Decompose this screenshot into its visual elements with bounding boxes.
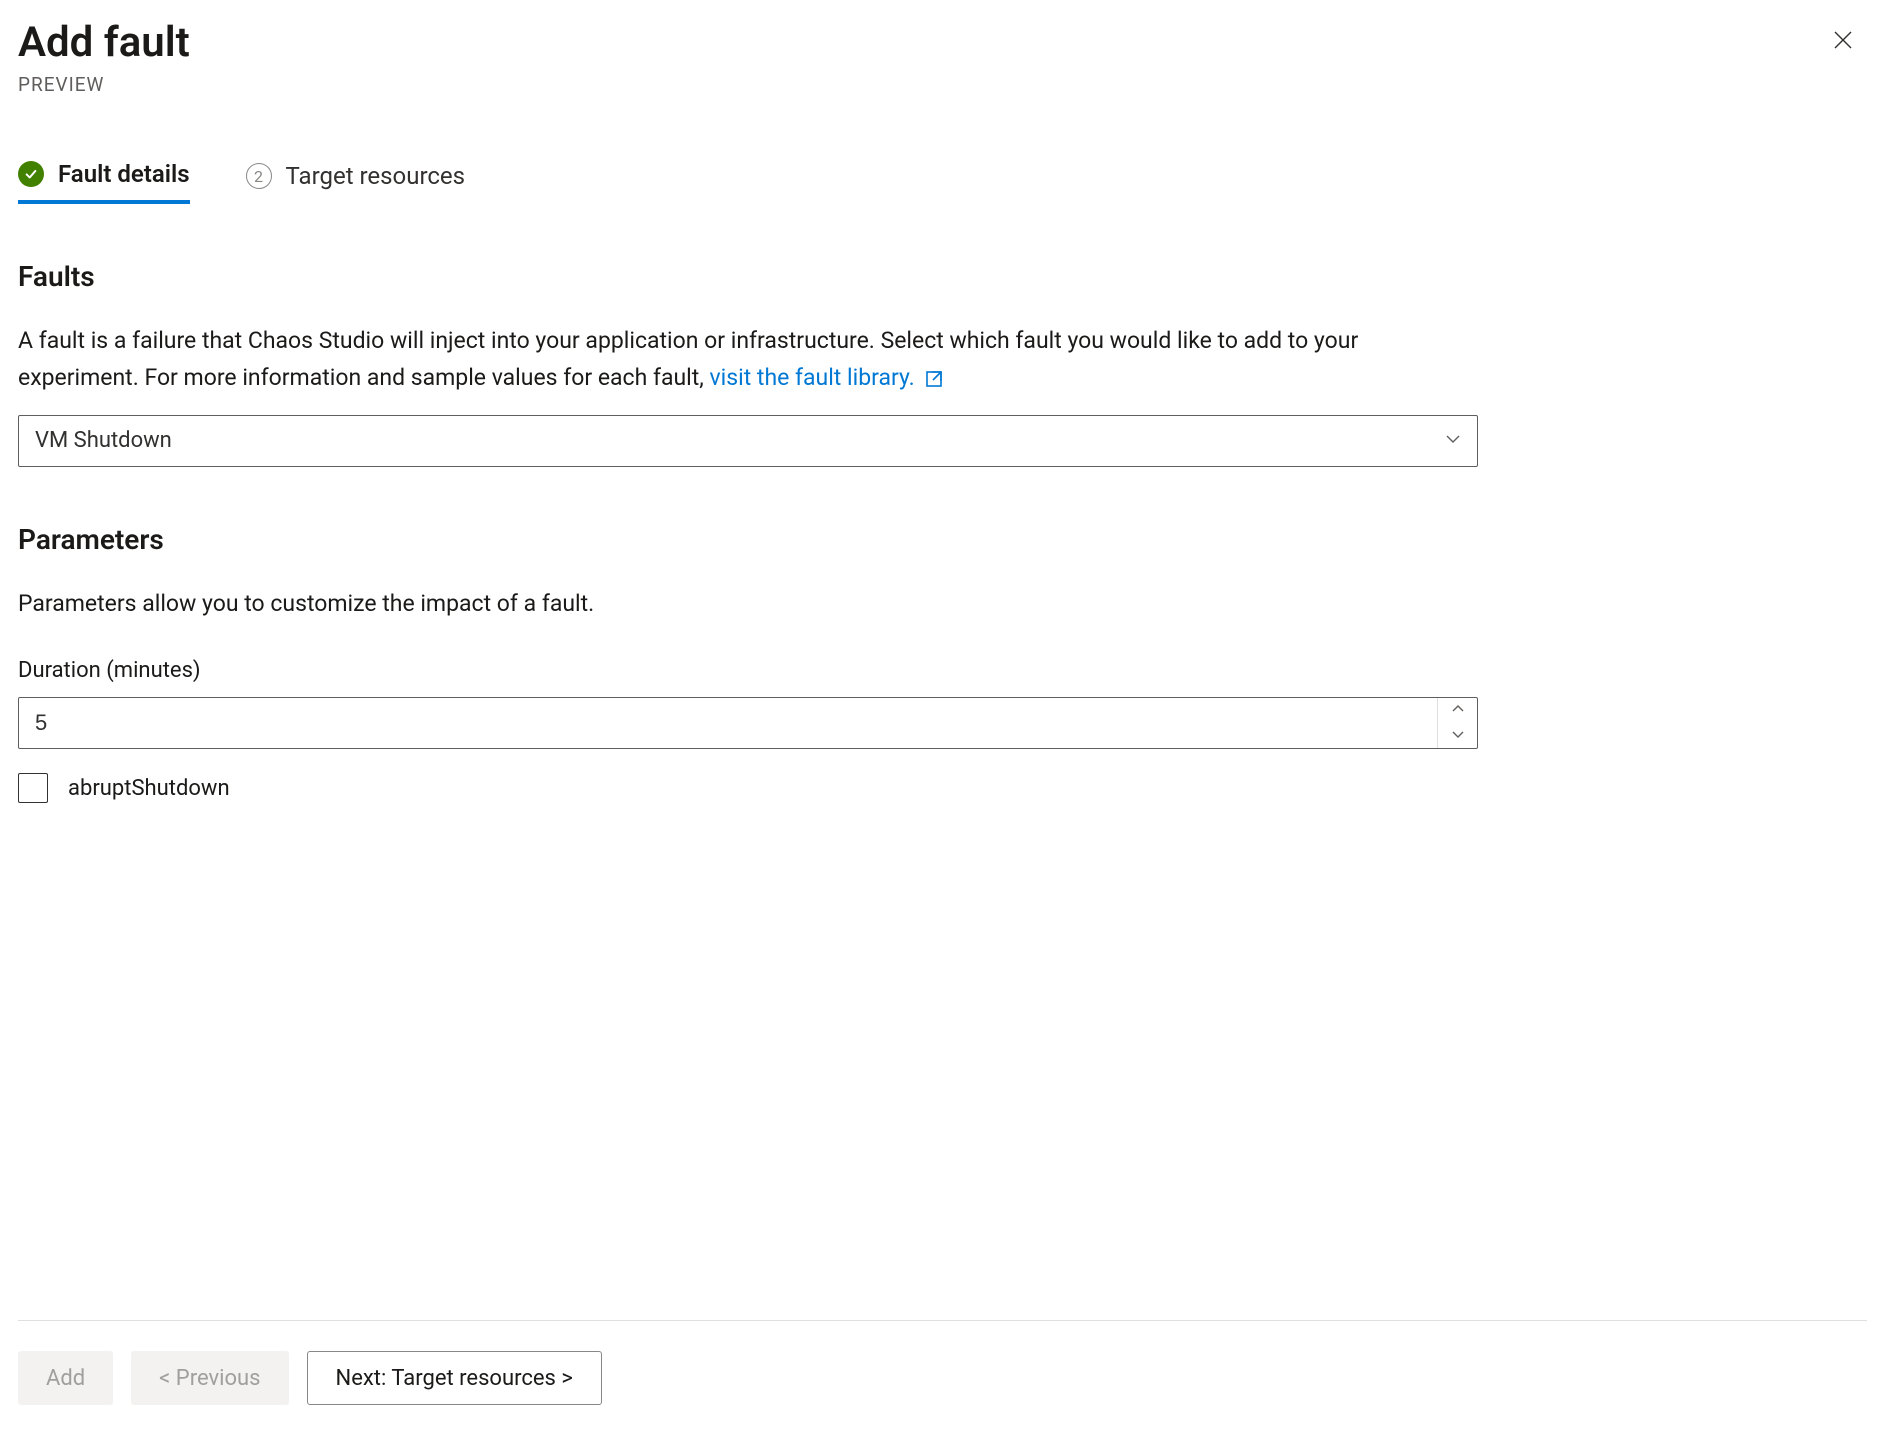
previous-button: < Previous: [131, 1351, 288, 1405]
add-button: Add: [18, 1351, 113, 1405]
panel-subtitle: PREVIEW: [18, 73, 1867, 96]
tab-target-resources[interactable]: 2 Target resources: [246, 162, 466, 202]
checkmark-icon: [18, 161, 44, 187]
fault-type-dropdown[interactable]: VM Shutdown: [18, 415, 1478, 467]
wizard-tabs: Fault details 2 Target resources: [18, 160, 1867, 204]
abrupt-shutdown-label: abruptShutdown: [68, 776, 230, 801]
panel-title: Add fault: [18, 18, 1867, 67]
fault-library-link[interactable]: visit the fault library.: [710, 364, 945, 391]
duration-decrement[interactable]: [1438, 723, 1477, 748]
tab-label: Fault details: [58, 160, 190, 188]
tab-content: Faults A fault is a failure that Chaos S…: [18, 204, 1867, 1320]
fault-type-selected: VM Shutdown: [35, 428, 172, 453]
next-button[interactable]: Next: Target resources >: [307, 1351, 602, 1405]
duration-input[interactable]: [19, 698, 1437, 748]
duration-field: [18, 697, 1478, 749]
abrupt-shutdown-row: abruptShutdown: [18, 773, 1859, 803]
faults-heading: Faults: [18, 260, 1859, 293]
step-number-badge: 2: [246, 163, 272, 189]
wizard-footer: Add < Previous Next: Target resources >: [18, 1320, 1867, 1435]
tab-fault-details[interactable]: Fault details: [18, 160, 190, 204]
external-link-icon: [924, 369, 944, 389]
faults-description-text: A fault is a failure that Chaos Studio w…: [18, 327, 1358, 391]
duration-label: Duration (minutes): [18, 658, 1859, 683]
faults-description: A fault is a failure that Chaos Studio w…: [18, 323, 1478, 397]
spinner-buttons: [1437, 698, 1477, 748]
parameters-description: Parameters allow you to customize the im…: [18, 586, 1478, 623]
duration-increment[interactable]: [1438, 698, 1477, 723]
chevron-up-icon: [1451, 701, 1465, 720]
parameters-heading: Parameters: [18, 523, 1859, 556]
close-button[interactable]: [1825, 24, 1861, 60]
close-icon: [1831, 28, 1855, 56]
tab-label: Target resources: [286, 162, 466, 190]
abrupt-shutdown-checkbox[interactable]: [18, 773, 48, 803]
add-fault-panel: Add fault PREVIEW Fault details 2 Target…: [0, 0, 1885, 1435]
chevron-down-icon: [1443, 429, 1463, 453]
fault-library-link-text: visit the fault library.: [710, 364, 915, 391]
chevron-down-icon: [1451, 726, 1465, 745]
